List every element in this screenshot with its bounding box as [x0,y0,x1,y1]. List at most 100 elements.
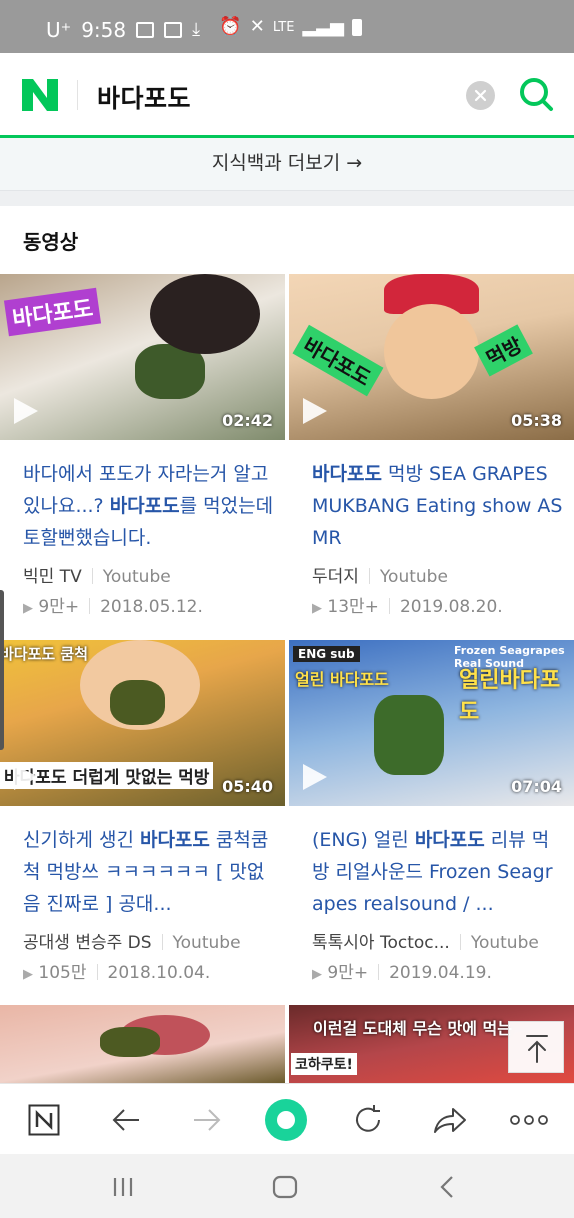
chevron-left-icon [440,1176,453,1198]
green-dot-button[interactable] [264,1098,308,1142]
video-card[interactable]: 바다포도 먹방 05:38 바다포도 먹방 SEA GRAPES MUKBANG… [289,274,574,624]
back-to-top-button[interactable] [508,1021,564,1073]
video-thumbnail[interactable]: 바다포도 먹방 05:38 [289,274,574,440]
forward-button[interactable] [185,1098,229,1142]
video-source: Youtube [102,567,171,587]
thumbnail-caption-mukbang: 먹방 [474,324,533,377]
more-menu-button[interactable] [507,1098,551,1142]
carrier-label: U⁺ [46,18,72,42]
recent-apps-button[interactable] [103,1174,143,1200]
channel-name[interactable]: 공대생 변승주 DS [23,933,152,953]
system-navigation-bar [0,1154,574,1218]
seaweed-shape [100,1027,160,1057]
more-dots-icon [510,1115,548,1125]
video-title[interactable]: (ENG) 얼린 바다포도 리뷰 먹방 리얼사운드 Frozen Seagrap… [312,824,564,920]
title-keyword: 바다포도 [109,495,180,517]
video-duration: 05:40 [222,777,273,796]
refresh-button[interactable] [346,1098,390,1142]
video-stats-row: ▶ 9만+ 2018.05.12. [23,592,203,617]
thumbnail-caption: 바다포도 [3,287,102,337]
video-thumbnail[interactable]: 바다포도 쿰척 바다포도 더럽게 맛없는 먹방 05:40 [0,640,285,806]
thumbnail-top-text: 바다포도 쿰척 [0,645,89,663]
header-divider [77,80,78,110]
status-bar: U⁺ 9:58 ⤓ ⏰ ✕ LTE ▂▃▅ [0,0,574,53]
play-icon [14,764,38,790]
channel-name[interactable]: 톡톡시아 Toctoc... [312,933,450,953]
video-stats-row: ▶ 105만 2018.10.04. [23,958,210,983]
video-thumbnail[interactable] [0,1005,285,1083]
search-button[interactable] [517,75,555,113]
upload-date: 2018.05.12. [100,597,203,617]
thumbnail-caption: 바다포도 [292,324,384,397]
home-button[interactable] [265,1174,305,1200]
thumbnail-caption: 이런걸 도대체 무슨 맛에 먹는 [313,1019,512,1038]
alarm-icon: ⏰ [219,16,242,37]
video-thumbnail[interactable]: ENG sub 얼린 바다포도 Frozen Seagrapes Real So… [289,640,574,806]
naver-logo[interactable] [22,79,58,111]
title-text: 신기하게 생긴 [23,829,140,851]
views-icon: ▶ [23,967,33,982]
video-duration: 05:38 [511,411,562,430]
upload-date: 2019.08.20. [399,597,503,617]
play-icon [303,398,327,424]
channel-name[interactable]: 빅민 TV [23,567,82,587]
view-count: 9만+ [327,963,369,983]
upload-date: 2018.10.04. [107,963,211,983]
thumbnail-caption: 얼린 바다포도 [295,670,389,689]
section-divider [0,190,574,206]
view-count: 105만 [38,963,87,983]
back-button[interactable] [104,1098,148,1142]
mute-icon: ✕ [249,16,265,37]
share-button[interactable] [428,1098,472,1142]
video-card[interactable] [0,1005,287,1083]
video-card[interactable]: 바다포도 02:42 바다에서 포도가 자라는거 알고있나요...? 바다포도를… [0,274,287,624]
signal-icon: ▂▃▅ [302,16,344,37]
video-source: Youtube [379,567,448,587]
video-title[interactable]: 바다에서 포도가 자라는거 알고있나요...? 바다포도를 먹었는데 토할뻔했습… [23,458,275,554]
arrow-right-icon [194,1109,221,1131]
refresh-icon [356,1105,380,1132]
share-icon [434,1108,466,1133]
home-icon [272,1175,298,1199]
search-query[interactable]: 바다포도 [97,79,191,115]
upload-date: 2019.04.19. [389,963,492,983]
edge-panel-handle[interactable] [0,590,4,750]
channel-name[interactable]: 두더지 [312,567,359,587]
person-face-shape [384,304,479,399]
video-title[interactable]: 신기하게 생긴 바다포도 쿰척쿰척 먹방쓰 ㅋㅋㅋㅋㅋㅋ [ 맛없음 진짜로 ]… [23,824,275,920]
title-keyword: 바다포도 [312,463,382,485]
video-channel-row: 두더지 Youtube [312,562,448,587]
video-card[interactable]: 바다포도 쿰척 바다포도 더럽게 맛없는 먹방 05:40 신기하게 생긴 바다… [0,640,287,990]
browser-toolbar [0,1083,574,1154]
close-icon [474,89,487,102]
recent-apps-icon [113,1178,133,1196]
naver-n-icon [28,1104,60,1136]
system-back-button[interactable] [428,1174,468,1200]
video-title[interactable]: 바다포도 먹방 SEA GRAPES MUKBANG Eating show A… [312,458,564,554]
video-stats-row: ▶ 9만+ 2019.04.19. [312,958,492,983]
seaweed-shape [374,695,444,775]
search-icon [520,78,553,111]
views-icon: ▶ [312,601,322,616]
video-duration: 02:42 [222,411,273,430]
video-card[interactable]: ENG sub 얼린 바다포도 Frozen Seagrapes Real So… [289,640,574,990]
arrow-up-icon [526,1035,548,1063]
play-icon [303,764,327,790]
views-icon: ▶ [312,967,322,982]
download-icon: ⤓ [192,19,201,40]
thumbnail-big-caption: 얼린바다포도 [459,668,561,725]
thumbnail-sub-caption: 코하쿠토! [291,1053,357,1075]
green-dot-icon [265,1099,307,1141]
naver-home-button[interactable] [22,1098,66,1142]
view-count: 9만+ [38,597,80,617]
video-channel-row: 톡톡시아 Toctoc... Youtube [312,928,539,953]
battery-icon [352,18,362,36]
encyclopedia-more-link[interactable]: 지식백과 더보기 → [0,148,574,175]
video-source: Youtube [470,933,539,953]
video-thumbnail[interactable]: 바다포도 02:42 [0,274,285,440]
play-icon [14,398,38,424]
video-channel-row: 빅민 TV Youtube [23,562,171,587]
video-section-title: 동영상 [23,230,79,254]
clear-search-button[interactable] [466,81,495,110]
video-stats-row: ▶ 13만+ 2019.08.20. [312,592,503,617]
